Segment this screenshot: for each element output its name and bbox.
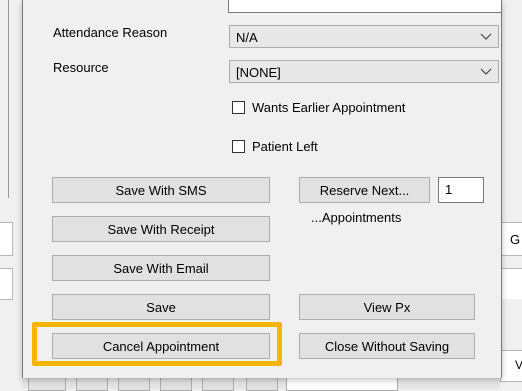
attendance-reason-label: Attendance Reason (53, 25, 168, 40)
reserve-count-input[interactable]: 1 (438, 177, 484, 203)
reserve-next-button[interactable]: Reserve Next... (299, 177, 430, 203)
patient-left-option[interactable]: Patient Left (232, 139, 318, 154)
save-with-email-button[interactable]: Save With Email (52, 255, 270, 281)
save-with-receipt-button[interactable]: Save With Receipt (52, 216, 270, 242)
appointments-caption: ...Appointments (311, 210, 402, 225)
background-field[interactable] (0, 222, 13, 256)
attendance-reason-value: N/A (236, 30, 258, 45)
save-button[interactable]: Save (52, 294, 270, 320)
background-window-right (500, 0, 522, 389)
resource-label: Resource (53, 60, 109, 75)
wants-earlier-label: Wants Earlier Appointment (252, 100, 406, 115)
background-text: G (510, 232, 521, 247)
view-px-button[interactable]: View Px (299, 294, 475, 320)
save-with-sms-button[interactable]: Save With SMS (52, 177, 270, 203)
wants-earlier-appointment-option[interactable]: Wants Earlier Appointment (232, 100, 405, 115)
background-field[interactable] (500, 268, 522, 299)
attendance-reason-select[interactable]: N/A (229, 25, 499, 48)
patient-left-label: Patient Left (252, 139, 318, 154)
background-divider (8, 0, 9, 198)
close-without-saving-button[interactable]: Close Without Saving (299, 333, 475, 359)
chevron-down-icon (480, 33, 492, 40)
top-field[interactable] (228, 0, 502, 13)
background-text: V (515, 358, 522, 372)
resource-select[interactable]: [NONE] (229, 60, 499, 83)
wants-earlier-checkbox[interactable] (232, 101, 245, 114)
background-window-left (0, 0, 22, 389)
resource-value: [NONE] (236, 65, 281, 80)
chevron-down-icon (480, 68, 492, 75)
background-field[interactable] (0, 268, 13, 300)
patient-left-checkbox[interactable] (232, 140, 245, 153)
cancel-appointment-highlight (32, 322, 282, 366)
